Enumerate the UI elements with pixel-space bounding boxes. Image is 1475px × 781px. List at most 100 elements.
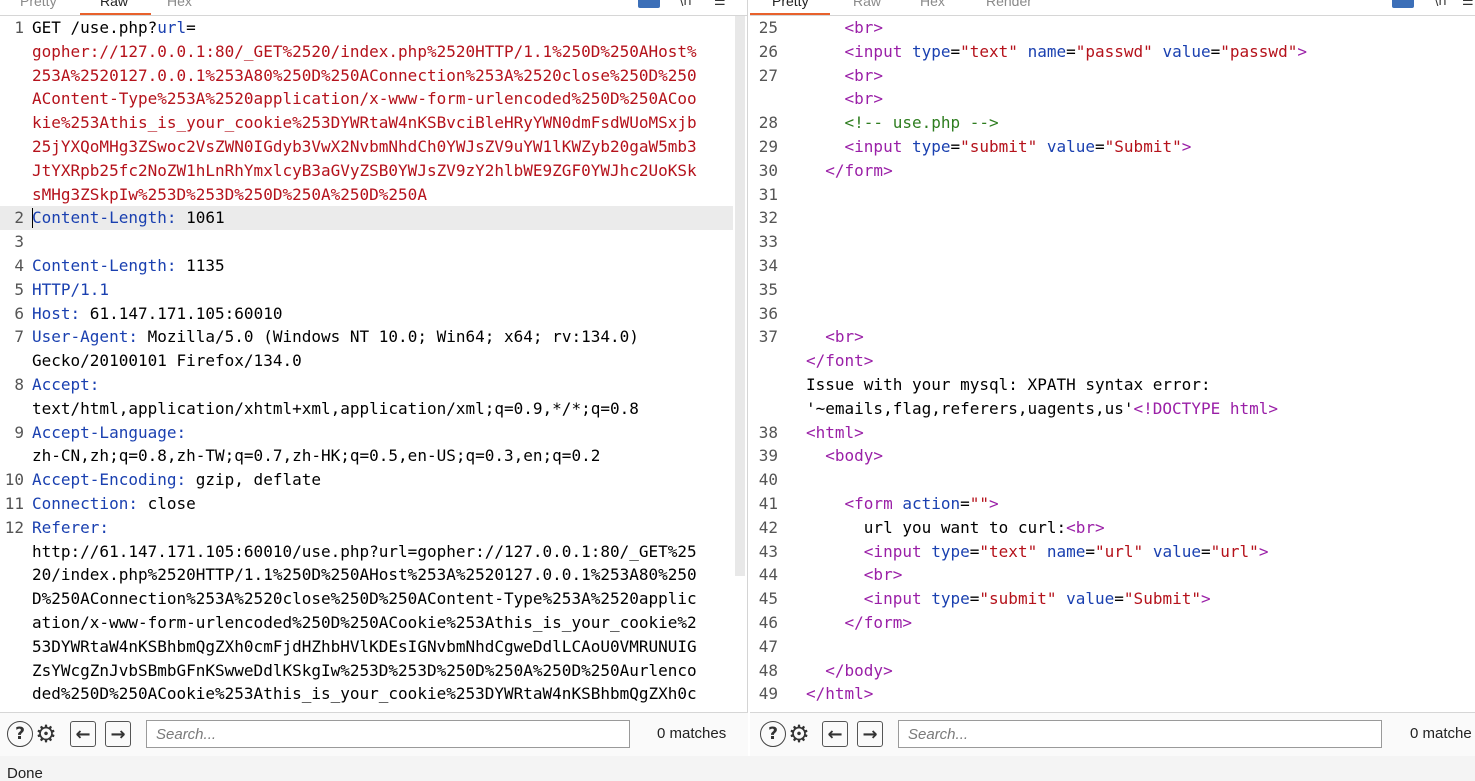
request-tab-pretty[interactable]: Pretty	[20, 0, 57, 9]
newline-icon[interactable]: \n	[679, 0, 692, 9]
code-token: =	[969, 541, 980, 561]
code-line: Issue with your mysql: XPATH syntax erro…	[806, 373, 1211, 397]
response-tab-render[interactable]: Render	[986, 0, 1032, 9]
code-token: >	[1181, 137, 1192, 156]
code-line: </form>	[806, 159, 892, 183]
code-token: 253A%2520127.0.0.1%253A80%250D%250AConne…	[32, 65, 697, 85]
response-tab-raw[interactable]: Raw	[853, 0, 881, 9]
line-number: 49	[758, 684, 778, 704]
prev-match-icon[interactable]: ←	[70, 721, 96, 747]
code-token: =	[950, 41, 961, 61]
code-token: '~emails,flag,referers,uagents,us'	[806, 398, 1134, 418]
line-number: 47	[758, 636, 778, 656]
settings-gear-icon[interactable]: ⚙	[786, 720, 812, 748]
code-token: Accept:	[32, 375, 100, 394]
code-token: type	[931, 541, 970, 561]
code-token: http://61.147.171.105:60010/use.php?url=…	[32, 541, 697, 561]
line-number: 43	[758, 541, 778, 561]
code-line: 25jYXQoMHg3ZSwoc2VsZWN0IGdyb3VwX2NvbmNhd…	[32, 135, 697, 159]
menu-icon[interactable]: ☰	[714, 0, 726, 9]
code-token: sMHg3ZSkpIw%253D%253D%250D%250A%250D%250…	[32, 184, 427, 204]
code-token: D%250AConnection%253A%2520close%250D%250…	[32, 589, 697, 609]
prev-match-icon[interactable]: ←	[822, 721, 848, 747]
request-tab-hex[interactable]: Hex	[167, 0, 192, 9]
wrap-lines-icon[interactable]	[1392, 0, 1414, 8]
code-token: <br>	[863, 565, 903, 585]
code-line: Host: 61.147.171.105:60010	[32, 302, 282, 326]
request-tab-raw[interactable]: Raw	[100, 0, 128, 9]
help-icon[interactable]: ?	[760, 721, 786, 747]
code-line: AContent-Type%253A%2520application/x-www…	[32, 87, 697, 111]
response-tabs: Pretty Raw Hex Render \n ☰	[750, 0, 1475, 16]
code-line: Accept-Encoding: gzip, deflate	[32, 468, 321, 492]
settings-gear-icon[interactable]: ⚙	[33, 720, 59, 748]
code-line: Accept:	[32, 373, 99, 397]
next-match-icon[interactable]: →	[105, 721, 131, 747]
code-token: >	[1297, 41, 1307, 61]
code-token: "text"	[960, 41, 1018, 61]
code-token: <br>	[844, 18, 884, 37]
response-search-input[interactable]	[898, 720, 1382, 748]
code-token: text/html,application/xhtml+xml,applicat…	[32, 398, 639, 418]
request-tabs: Pretty Raw Hex \n ☰	[0, 0, 747, 16]
newline-icon[interactable]: \n	[1434, 0, 1447, 9]
code-token: ation/x-www-form-urlencoded%250D%250ACoo…	[32, 613, 697, 632]
request-editor[interactable]: 1 GET /use.php?url= gopher://127.0.0.1:80/…	[0, 16, 747, 712]
code-line: text/html,application/xhtml+xml,applicat…	[32, 397, 639, 421]
request-match-count: 0 matches	[657, 725, 727, 742]
code-token: "Submit"	[1123, 589, 1201, 609]
code-token: action	[902, 494, 961, 513]
request-scrollbar[interactable]	[735, 16, 745, 576]
code-line: Accept-Language:	[32, 421, 186, 445]
response-tab-pretty[interactable]: Pretty	[772, 0, 809, 9]
help-icon[interactable]: ?	[7, 721, 33, 747]
code-token: Content-Length:	[32, 256, 177, 275]
request-pane: Pretty Raw Hex \n ☰ 1 GET /use.php?url= go…	[0, 0, 748, 712]
response-editor[interactable]: 25 <br> 26 <input type="text" name="passw…	[750, 16, 1475, 712]
request-search-input[interactable]	[146, 720, 630, 748]
line-number: 39	[758, 446, 778, 466]
code-token: >	[1258, 541, 1269, 561]
code-token: name	[1046, 541, 1086, 561]
code-token: =	[1066, 41, 1076, 61]
code-line: Content-Length: 1061	[32, 206, 225, 230]
wrap-lines-icon[interactable]	[638, 0, 660, 8]
code-line: Gecko/20100101 Firefox/134.0	[32, 349, 302, 373]
code-line: <input type="text" name="url" value="url…	[806, 540, 1269, 564]
code-token: gopher://127.0.0.1:80/_GET%2520/index.ph…	[32, 41, 697, 61]
line-number: 7	[14, 327, 24, 347]
line-number: 4	[14, 256, 24, 275]
code-token: 25jYXQoMHg3ZSwoc2VsZWN0IGdyb3VwX2NvbmNhd…	[32, 137, 697, 156]
code-token: =	[1085, 541, 1096, 561]
code-token: <input	[844, 137, 903, 156]
code-line: <input type="submit" value="Submit">	[806, 587, 1211, 611]
code-token: type	[911, 137, 951, 156]
code-token: name	[1027, 41, 1067, 61]
response-tab-hex[interactable]: Hex	[920, 0, 945, 9]
code-token: Mozilla/5.0 (Windows NT 10.0; Win64; x64…	[137, 327, 639, 347]
code-token: Gecko/20100101 Firefox/134.0	[32, 351, 302, 371]
code-token: </font>	[806, 351, 874, 371]
line-number: 31	[758, 184, 778, 204]
code-token: url you want to curl:	[806, 517, 1067, 537]
code-token: 61.147.171.105:60010	[80, 303, 283, 323]
code-token: Issue with your mysql: XPATH syntax erro…	[806, 375, 1211, 394]
line-number: 27	[758, 65, 778, 85]
code-line: ded%250D%250ACookie%253Athis_is_your_coo…	[32, 682, 697, 706]
menu-icon[interactable]: ☰	[1462, 0, 1474, 9]
code-token: "submit"	[979, 589, 1057, 609]
code-token: =	[1201, 541, 1211, 561]
code-line: 53DYWRtaW4nKSBhbmQgZXh0cmFjdHZhbHVlKDEsI…	[32, 635, 697, 659]
code-token: >	[989, 494, 999, 513]
code-line: Referer:	[32, 516, 109, 540]
next-match-icon[interactable]: →	[857, 721, 883, 747]
line-number: 33	[758, 232, 778, 252]
